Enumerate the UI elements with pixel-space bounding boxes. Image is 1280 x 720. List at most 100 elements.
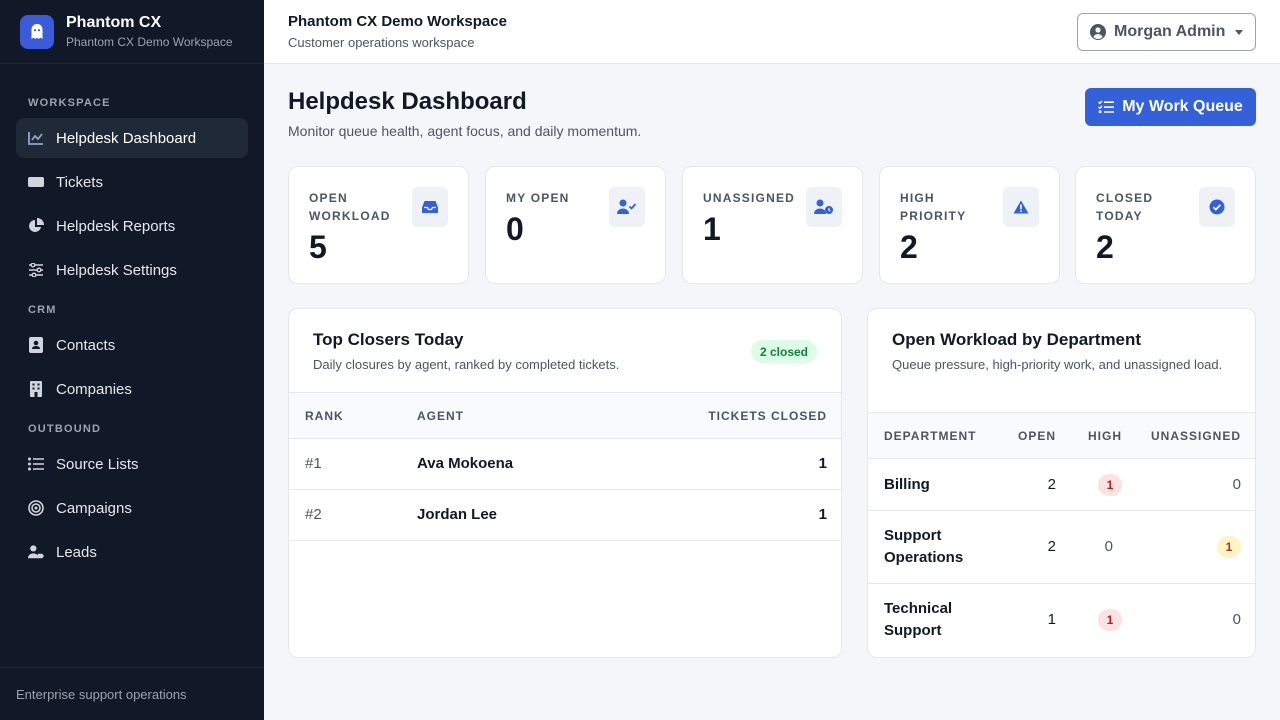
sidebar-item-source-lists[interactable]: Source Lists <box>16 444 248 484</box>
rank-cell: #1 <box>305 455 322 472</box>
my-work-queue-button[interactable]: My Work Queue <box>1085 88 1256 126</box>
sidebar-item-label: Tickets <box>56 173 103 191</box>
sidebar-nav: WORKSPACE Helpdesk Dashboard Tickets Hel… <box>0 97 264 572</box>
target-icon <box>28 500 44 516</box>
column-header-department: DEPARTMENT <box>884 429 977 443</box>
sidebar-item-companies[interactable]: Companies <box>16 369 248 409</box>
workload-by-department-card: Open Workload by Department Queue pressu… <box>867 308 1256 658</box>
table-row[interactable]: Technical Support 1 1 0 <box>868 584 1255 657</box>
unassigned-pill: 1 <box>1217 536 1241 558</box>
sidebar-item-label: Source Lists <box>56 455 139 473</box>
department-cell: Billing <box>884 476 930 493</box>
sidebar-item-helpdesk-reports[interactable]: Helpdesk Reports <box>16 206 248 246</box>
user-check-icon <box>609 187 645 227</box>
sidebar-footer: Enterprise support operations <box>0 667 264 720</box>
sidebar-item-label: Leads <box>56 543 97 561</box>
open-cell: 2 <box>1047 538 1056 555</box>
closed-count-badge: 2 closed <box>750 340 817 363</box>
column-header-open: OPEN <box>1017 429 1056 443</box>
stat-card-unassigned: UNASSIGNED 1 <box>682 166 863 284</box>
sidebar-item-contacts[interactable]: Contacts <box>16 325 248 365</box>
workspace-title: Phantom CX Demo Workspace <box>288 13 507 30</box>
sidebar-item-label: Contacts <box>56 336 116 354</box>
table-header: RANK AGENT TICKETS CLOSED <box>289 392 841 439</box>
sidebar-item-tickets[interactable]: Tickets <box>16 162 248 202</box>
open-cell: 2 <box>1047 476 1056 493</box>
user-name: Morgan Admin <box>1114 23 1226 40</box>
table-header: DEPARTMENT OPEN HIGH UNASSIGNED <box>868 412 1255 459</box>
card-subtitle: Daily closures by agent, ranked by compl… <box>313 357 620 372</box>
sidebar: Phantom CX Phantom CX Demo Workspace WOR… <box>0 0 264 720</box>
closed-cell: 1 <box>818 506 827 523</box>
stat-card-open-workload: OPEN WORKLOAD 5 <box>288 166 469 284</box>
pie-chart-icon <box>28 218 44 234</box>
sidebar-item-campaigns[interactable]: Campaigns <box>16 488 248 528</box>
card-title: Top Closers Today <box>313 330 464 349</box>
agent-cell: Jordan Lee <box>417 506 498 523</box>
brand[interactable]: Phantom CX Phantom CX Demo Workspace <box>0 0 264 64</box>
stat-label: MY OPEN <box>506 191 570 205</box>
stat-value: 0 <box>506 211 524 247</box>
table-row[interactable]: #1 Ava Mokoena 1 <box>289 439 841 490</box>
user-tag-icon <box>28 544 44 560</box>
high-priority-pill: 1 <box>1098 474 1122 496</box>
sliders-icon <box>28 262 44 278</box>
open-cell: 1 <box>1047 611 1056 628</box>
stat-label: OPEN WORKLOAD <box>309 191 391 223</box>
card-title: Open Workload by Department <box>892 330 1142 349</box>
page-title: Helpdesk Dashboard <box>288 88 527 115</box>
table-row[interactable]: Support Operations 2 0 1 <box>868 511 1255 584</box>
table-row[interactable]: #2 Jordan Lee 1 <box>289 490 841 541</box>
workspace-subtitle: Customer operations workspace <box>288 35 475 50</box>
nav-section-crm: CRM <box>28 304 57 316</box>
stat-label: HIGH PRIORITY <box>900 191 967 223</box>
ticket-icon <box>28 174 44 190</box>
agent-cell: Ava Mokoena <box>417 455 514 472</box>
sidebar-item-label: Helpdesk Dashboard <box>56 129 197 147</box>
stat-value: 2 <box>1096 229 1114 265</box>
warning-icon <box>1003 187 1039 227</box>
stat-card-my-open: MY OPEN 0 <box>485 166 666 284</box>
closed-cell: 1 <box>818 455 827 472</box>
queue-button-label: My Work Queue <box>1122 98 1243 115</box>
stat-value: 1 <box>703 211 721 247</box>
check-circle-icon <box>1199 187 1235 227</box>
list-check-icon <box>1098 100 1115 114</box>
list-icon <box>28 456 44 472</box>
sidebar-item-label: Helpdesk Reports <box>56 217 176 235</box>
nav-section-outbound: OUTBOUND <box>28 423 102 435</box>
stat-label: CLOSED TODAY <box>1096 191 1154 223</box>
column-header-unassigned: UNASSIGNED <box>1150 429 1241 443</box>
department-cell: Technical Support <box>884 600 953 639</box>
address-card-icon <box>28 337 44 353</box>
stat-value: 2 <box>900 229 918 265</box>
brand-title: Phantom CX <box>66 14 162 31</box>
chevron-down-icon <box>1235 29 1244 35</box>
page-subtitle: Monitor queue health, agent focus, and d… <box>288 123 642 139</box>
user-clock-icon <box>806 187 842 227</box>
sidebar-item-label: Helpdesk Settings <box>56 261 177 279</box>
sidebar-item-helpdesk-settings[interactable]: Helpdesk Settings <box>16 250 248 290</box>
rank-cell: #2 <box>305 506 322 523</box>
ghost-logo-icon <box>20 14 54 49</box>
top-closers-card: Top Closers Today Daily closures by agen… <box>288 308 842 658</box>
sidebar-item-leads[interactable]: Leads <box>16 532 248 572</box>
department-cell: Support Operations <box>884 527 964 566</box>
stat-value: 5 <box>309 229 327 265</box>
unassigned-cell: 0 <box>1232 611 1241 628</box>
sidebar-item-label: Campaigns <box>56 499 132 517</box>
column-header-rank: RANK <box>305 409 344 423</box>
user-menu-button[interactable]: Morgan Admin <box>1077 13 1256 51</box>
unassigned-cell: 0 <box>1232 476 1241 493</box>
inbox-icon <box>412 187 448 227</box>
sidebar-item-helpdesk-dashboard[interactable]: Helpdesk Dashboard <box>16 118 248 158</box>
column-header-agent: AGENT <box>417 409 464 423</box>
nav-section-workspace: WORKSPACE <box>28 97 111 109</box>
sidebar-item-label: Companies <box>56 380 132 398</box>
table-row[interactable]: Billing 2 1 0 <box>868 459 1255 511</box>
high-cell: 0 <box>1104 538 1113 555</box>
chart-line-icon <box>28 130 44 146</box>
topbar: Phantom CX Demo Workspace Customer opera… <box>264 0 1280 64</box>
brand-subtitle: Phantom CX Demo Workspace <box>66 35 233 49</box>
card-subtitle: Queue pressure, high-priority work, and … <box>892 357 1223 372</box>
